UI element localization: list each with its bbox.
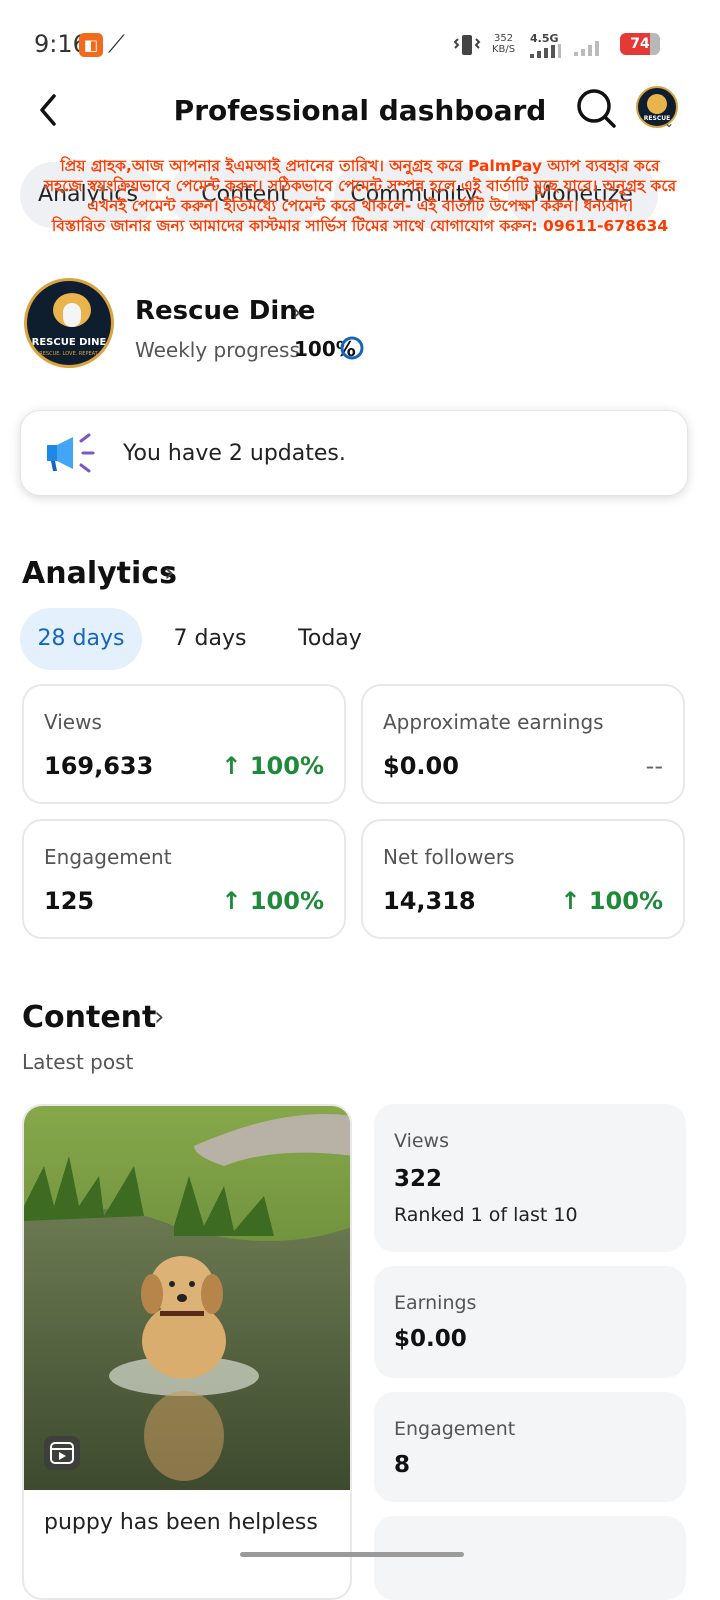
overlay-notice-contact: বিস্তারিত জানার জন্য আমাদের কাস্টমার সার… <box>51 217 669 235</box>
metric-card-earnings[interactable]: Approximate earnings $0.00 -- <box>361 684 685 804</box>
post-thumbnail <box>24 1106 350 1490</box>
metric-value: 169,633 <box>44 752 154 780</box>
metric-label: Approximate earnings <box>383 710 604 734</box>
home-indicator[interactable] <box>240 1552 464 1557</box>
post-caption: puppy has been helpless <box>44 1510 318 1535</box>
metric-value: $0.00 <box>383 752 459 780</box>
metric-label: Views <box>44 710 102 734</box>
metric-card-net-followers[interactable]: Net followers 14,318 ↑ 100% <box>361 819 685 939</box>
metric-delta: ↑ 100% <box>221 752 324 780</box>
search-icon[interactable] <box>574 86 618 130</box>
notification-app-icon: ◧ <box>79 33 103 57</box>
range-28-days[interactable]: 28 days <box>20 608 142 670</box>
profile-avatar[interactable]: RESCUE DINE RESCUE. LOVE. REPEAT. <box>24 278 114 368</box>
range-today[interactable]: Today <box>282 608 378 670</box>
chevron-right-icon[interactable]: › <box>292 298 302 326</box>
updates-text: You have 2 updates. <box>123 441 346 466</box>
status-bar: 9:16 ◧ ⟋ 352 KB/S 4.5G 74 <box>0 0 720 90</box>
updates-card[interactable]: You have 2 updates. <box>20 410 688 496</box>
stat-value: $0.00 <box>394 1326 467 1352</box>
signal-icon-2 <box>574 41 599 56</box>
net-speed-value: 352 <box>494 33 514 44</box>
metric-delta: ↑ 100% <box>221 887 324 915</box>
battery-icon: 74 <box>620 33 660 55</box>
battery-level: 74 <box>630 36 650 52</box>
overlay-notice-text: প্রিয় গ্রাহক,আজ আপনার ইএমআই প্রদানের তা… <box>43 157 677 215</box>
range-7-days[interactable]: 7 days <box>160 608 260 670</box>
latest-post-label: Latest post <box>22 1050 134 1074</box>
post-stat-more[interactable] <box>374 1516 686 1600</box>
avatar-logo-tagline: RESCUE. LOVE. REPEAT. <box>39 351 99 357</box>
stat-label: Earnings <box>394 1292 477 1314</box>
avatar-logo-name: RESCUE DINE <box>31 337 107 348</box>
progress-label: Weekly progress <box>135 338 300 362</box>
post-earnings-stat[interactable]: Earnings $0.00 <box>374 1266 686 1378</box>
avatar-logo-mark <box>647 94 667 114</box>
chevron-right-icon[interactable]: › <box>154 1002 164 1032</box>
stat-value: 322 <box>394 1166 443 1192</box>
chevron-down-icon[interactable]: ⌄ <box>664 116 674 130</box>
metric-label: Engagement <box>44 845 172 869</box>
reel-icon <box>44 1436 80 1470</box>
stat-value: 8 <box>394 1452 411 1478</box>
net-speed: 352 KB/S <box>492 33 515 55</box>
metric-value: 14,318 <box>383 887 476 915</box>
progress-ring-icon <box>340 336 364 360</box>
stat-label: Engagement <box>394 1418 516 1440</box>
content-heading[interactable]: Content <box>22 1000 156 1035</box>
metric-card-views[interactable]: Views 169,633 ↑ 100% <box>22 684 346 804</box>
metric-delta: -- <box>645 752 663 780</box>
metric-value: 125 <box>44 887 95 915</box>
avatar-dog-mark <box>63 303 81 327</box>
analytics-heading[interactable]: Analytics <box>22 556 177 591</box>
vibrate-icon <box>453 35 481 55</box>
net-speed-unit: KB/S <box>492 44 516 55</box>
post-engagement-stat[interactable]: Engagement 8 <box>374 1392 686 1502</box>
latest-post-card[interactable]: puppy has been helpless <box>22 1104 352 1600</box>
top-app-bar: Professional dashboard RESCUE ⌄ <box>0 80 720 140</box>
stat-label: Views <box>394 1130 449 1152</box>
post-views-stat[interactable]: Views 322 Ranked 1 of last 10 <box>374 1104 686 1252</box>
profile-name[interactable]: Rescue Dine <box>135 296 315 326</box>
metric-delta: ↑ 100% <box>560 887 663 915</box>
megaphone-icon <box>47 433 95 473</box>
chevron-right-icon[interactable]: › <box>164 558 174 588</box>
signal-icon <box>530 44 561 58</box>
stat-rank: Ranked 1 of last 10 <box>394 1204 578 1226</box>
metric-label: Net followers <box>383 845 515 869</box>
notification-app-icon-2: ⟋ <box>108 30 125 58</box>
overlay-notice: প্রিয় গ্রাহক,আজ আপনার ইএমআই প্রদানের তা… <box>40 156 680 236</box>
metric-card-engagement[interactable]: Engagement 125 ↑ 100% <box>22 819 346 939</box>
